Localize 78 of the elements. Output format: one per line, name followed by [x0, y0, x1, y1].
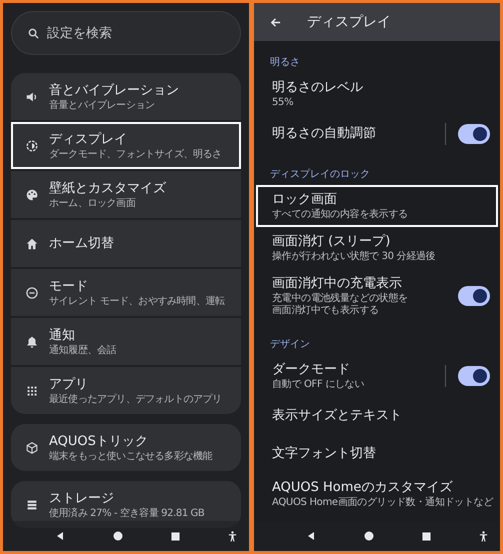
item-title: ダークモード: [272, 361, 351, 379]
item-title: モード: [49, 278, 89, 294]
item-subtitle: 使用済み 27% - 空き容量 92.81 GB: [49, 506, 204, 520]
back-arrow-icon[interactable]: [270, 16, 281, 28]
item-title: 文字フォント切替: [272, 445, 377, 463]
settings-item[interactable]: 文字フォント切替: [256, 435, 498, 473]
item-title: 壁紙とカスタマイズ: [49, 180, 166, 196]
brightness-icon: [25, 138, 39, 152]
item-title: 明るさのレベル: [272, 79, 364, 97]
settings-item[interactable]: 音とバイブレーション 音量とバイブレーション: [11, 73, 241, 120]
settings-item[interactable]: 画面消灯中の充電表示 充電中の電池残量などの状態を画面消灯中でも表示する: [256, 269, 498, 323]
item-title: 画面消灯 (スリープ): [272, 233, 392, 250]
item-subtitle: ダークモード、フォントサイズ、明るさ: [49, 148, 222, 160]
section-heading: 明るさ: [269, 56, 301, 70]
settings-item[interactable]: 画面消灯 (スリープ) 操作が行われない状態で 30 分経過後: [256, 227, 498, 269]
item-title: ホーム切替: [49, 235, 114, 252]
settings-item[interactable]: 明るさの自動調節: [256, 115, 498, 153]
recents-square-icon[interactable]: [171, 532, 180, 540]
item-subtitle: AQUOS Home画面のグリッド数・通知ドットなど: [272, 497, 493, 509]
item-subtitle: 自動で OFF にしない: [272, 379, 366, 391]
speaker-icon: [25, 90, 39, 104]
item-title: AQUOSトリック: [49, 432, 149, 450]
home-circle-icon[interactable]: [364, 531, 374, 541]
settings-item[interactable]: ダークモード 自動で OFF にしない: [256, 355, 498, 397]
settings-item[interactable]: 壁紙とカスタマイズ ホーム、ロック画面: [11, 171, 241, 218]
home-icon: [25, 236, 39, 250]
settings-item[interactable]: AQUOS Homeのカスタマイズ AQUOS Home画面のグリッド数・通知ドットなど: [256, 473, 498, 515]
settings-item[interactable]: ディスプレイ ダークモード、フォントサイズ、明るさ: [11, 122, 241, 169]
toggle-switch[interactable]: [458, 366, 490, 386]
item-subtitle: 通知履歴、会話: [49, 344, 116, 356]
back-icon[interactable]: [55, 531, 65, 541]
back-icon[interactable]: [306, 531, 316, 541]
search-placeholder: 設定を検索: [47, 25, 112, 42]
item-title: 通知: [49, 326, 76, 344]
section-heading: デザイン: [269, 338, 311, 352]
item-title: アプリ: [49, 376, 89, 392]
item-subtitle: 最近使ったアプリ、デフォルトのアプリ: [49, 392, 222, 406]
search-field[interactable]: 設定を検索: [11, 11, 241, 55]
item-title: ディスプレイ: [49, 130, 128, 148]
settings-item[interactable]: ロック画面 すべての通知の内容を表示する: [256, 185, 498, 227]
item-title: 画面消灯中の充電表示: [272, 275, 403, 292]
item-subtitle: 操作が行われない状態で 30 分経過後: [272, 251, 436, 263]
cube-icon: [25, 440, 39, 454]
settings-item[interactable]: ストレージ 使用済み 27% - 空き容量 92.81 GB: [11, 481, 241, 528]
accessibility-icon[interactable]: [479, 530, 488, 542]
item-title: 表示サイズとテキスト: [272, 407, 403, 425]
list-icon: [25, 498, 39, 512]
item-title: 音とバイブレーション: [49, 82, 179, 98]
recents-square-icon[interactable]: [422, 532, 431, 540]
section-heading: ディスプレイのロック: [269, 168, 371, 182]
item-title: AQUOS Homeのカスタマイズ: [272, 479, 454, 496]
toggle-switch[interactable]: [458, 124, 490, 144]
grid-icon: [25, 384, 39, 398]
bell-icon: [25, 334, 39, 348]
minus-circle-icon: [25, 286, 39, 300]
home-circle-icon[interactable]: [113, 531, 123, 541]
settings-item[interactable]: 明るさのレベル 55%: [256, 73, 498, 115]
accessibility-icon[interactable]: [228, 530, 237, 542]
item-subtitle: 55%: [272, 97, 294, 109]
item-subtitle: すべての通知の内容を表示する: [272, 209, 409, 221]
settings-item[interactable]: アプリ 最近使ったアプリ、デフォルトのアプリ: [11, 367, 241, 414]
palette-icon: [25, 188, 39, 202]
item-subtitle: 音量とバイブレーション: [49, 98, 156, 112]
search-icon: [28, 28, 39, 38]
item-subtitle: ホーム、ロック画面: [49, 196, 136, 210]
toggle-switch[interactable]: [458, 286, 490, 306]
settings-item[interactable]: 通知 通知履歴、会話: [11, 318, 241, 365]
item-subtitle: 端末をもっと使いこなせる多彩な機能: [49, 450, 212, 462]
item-subtitle: 充電中の電池残量などの状態を画面消灯中でも表示する: [272, 293, 409, 317]
item-title: ストレージ: [49, 490, 115, 506]
item-title: ロック画面: [272, 191, 338, 208]
settings-item[interactable]: 表示サイズとテキスト: [256, 397, 498, 435]
page-title: ディスプレイ: [307, 13, 391, 31]
settings-item[interactable]: モード サイレント モード、おやすみ時間、運転: [11, 269, 241, 316]
settings-item[interactable]: AQUOSトリック 端末をもっと使いこなせる多彩な機能: [11, 424, 241, 471]
item-title: 明るさの自動調節: [272, 125, 377, 143]
item-subtitle: サイレント モード、おやすみ時間、運転: [49, 294, 225, 308]
settings-item[interactable]: ホーム切替: [11, 220, 241, 267]
